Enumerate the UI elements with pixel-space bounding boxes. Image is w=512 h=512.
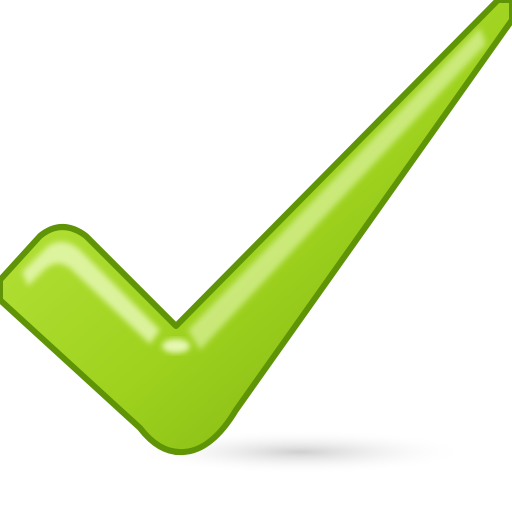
checkmark-icon (0, 0, 512, 474)
icon-canvas (0, 0, 512, 512)
checkmark-body (0, 0, 512, 456)
checkmark-glint (162, 339, 190, 353)
checkmark-highlight-right (188, 28, 486, 350)
